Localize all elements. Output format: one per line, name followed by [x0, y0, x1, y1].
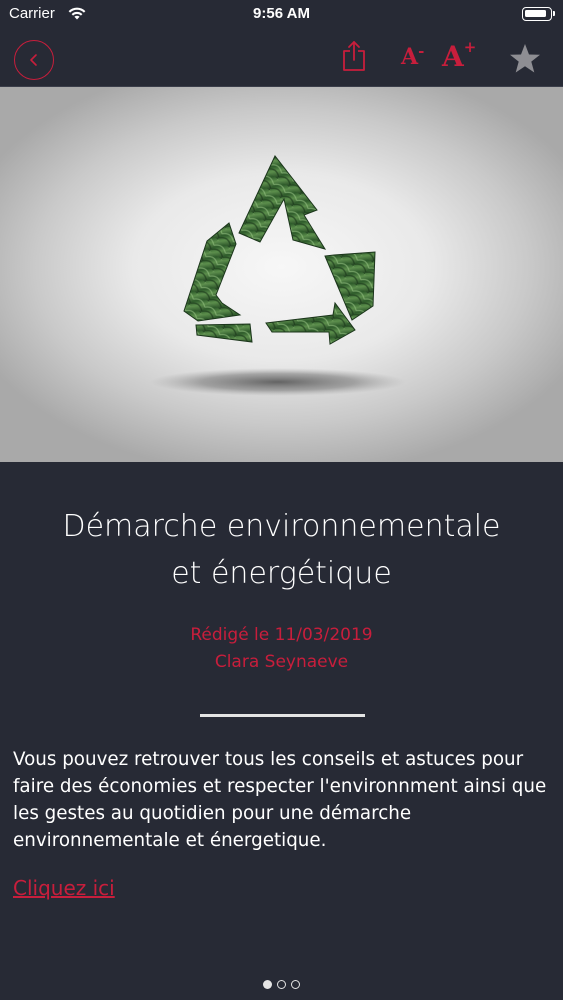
article-hero-image: [0, 87, 563, 462]
article-meta: Rédigé le 11/03/2019 Clara Seynaeve: [0, 622, 563, 676]
navigation-bar: A- A+: [0, 30, 563, 87]
article-title-line-1: Démarche environnementale: [62, 509, 501, 544]
share-icon: [343, 41, 365, 71]
article-date: Rédigé le 11/03/2019: [190, 625, 373, 645]
article-title-line-2: et énergétique: [171, 556, 392, 591]
article-author: Clara Seynaeve: [214, 652, 349, 672]
article-title: Démarche environnementale et énergétique: [0, 503, 563, 597]
title-divider: [200, 714, 365, 717]
article-link[interactable]: Cliquez ici: [13, 876, 115, 900]
page-dot-2[interactable]: [277, 980, 286, 989]
star-icon: [510, 44, 540, 73]
favorite-button[interactable]: [508, 42, 542, 74]
status-bar: Carrier 9:56 AM: [0, 0, 563, 30]
font-smaller-label: A: [401, 44, 419, 70]
font-larger-button[interactable]: A+: [442, 38, 477, 73]
page-dot-3[interactable]: [291, 980, 300, 989]
back-button[interactable]: [14, 40, 54, 80]
page-indicator[interactable]: [0, 980, 563, 989]
font-larger-suffix: +: [463, 38, 477, 56]
article-body: Vous pouvez retrouver tous les conseils …: [13, 749, 547, 851]
chevron-left-icon: [30, 54, 37, 66]
status-time: 9:56 AM: [253, 5, 310, 22]
page-dot-1[interactable]: [263, 980, 272, 989]
font-smaller-suffix: -: [418, 42, 425, 60]
recycle-symbol-image: [150, 155, 406, 396]
share-button[interactable]: [341, 40, 367, 72]
battery-icon: [522, 7, 555, 21]
font-larger-label: A: [442, 40, 464, 73]
font-smaller-button[interactable]: A-: [401, 42, 425, 70]
